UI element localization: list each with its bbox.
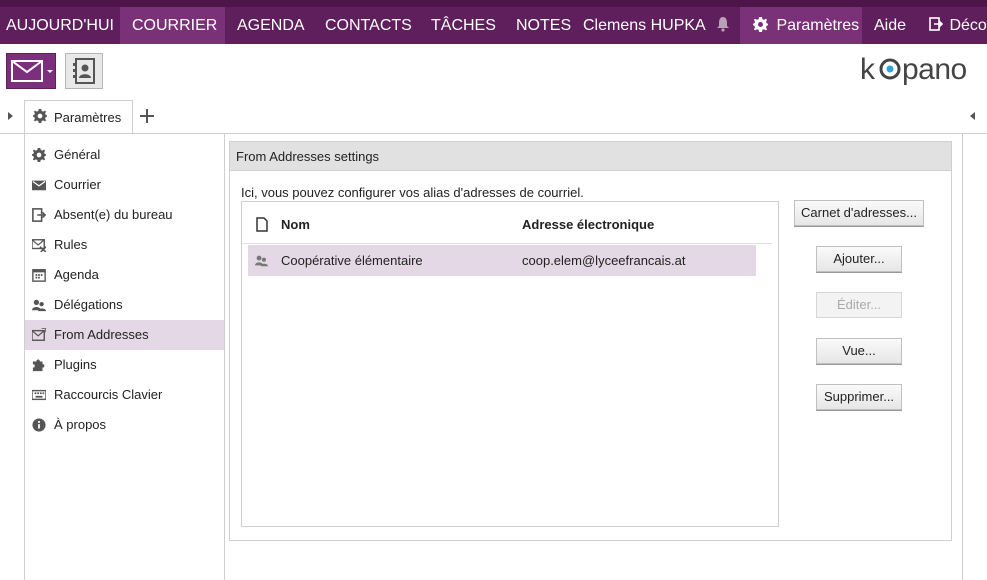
info-icon: [32, 418, 46, 432]
logout-icon: [929, 17, 943, 32]
column-header-email[interactable]: Adresse électronique: [522, 217, 654, 232]
nav-mail-label: COURRIER: [132, 17, 218, 34]
puzzle-icon: [32, 359, 45, 372]
edit-button[interactable]: Éditer...: [816, 292, 902, 318]
rules-icon: [32, 239, 46, 252]
logout-button[interactable]: Décon: [929, 7, 987, 44]
sidebar-item-label: Agenda: [54, 267, 99, 282]
group-icon: [255, 255, 268, 267]
gear-icon: [33, 109, 47, 123]
settings-sidebar: Général Courrier Absent(e) du bureau Rul…: [24, 134, 225, 580]
new-mail-button[interactable]: [6, 53, 56, 89]
nav-settings-label: Paramètres: [776, 17, 860, 34]
sidebar-item-out-of-office[interactable]: Absent(e) du bureau: [25, 200, 224, 230]
nav-tasks-label: TÂCHES: [431, 17, 496, 34]
nav-help-label: Aide: [874, 17, 907, 34]
notifications-button[interactable]: [716, 7, 732, 44]
nav-mail[interactable]: COURRIER: [120, 7, 225, 44]
nav-settings[interactable]: Paramètres: [740, 7, 862, 44]
logout-label: Décon: [949, 17, 987, 34]
sidebar-item-calendar[interactable]: Agenda: [25, 260, 224, 290]
sidebar-item-from-addresses[interactable]: From Addresses: [25, 320, 224, 350]
collapse-right-arrow-icon[interactable]: [970, 112, 975, 120]
main-toolbar: k pano: [0, 44, 987, 100]
tab-bar: Paramètres: [0, 100, 987, 134]
nav-help[interactable]: Aide: [874, 7, 906, 44]
contact-card-icon: [73, 58, 95, 84]
envelope-icon: [11, 60, 43, 82]
nav-today-label: AUJOURD'HUI: [6, 17, 114, 34]
kopano-logo: k pano: [860, 52, 975, 92]
sidebar-item-label: Courrier: [54, 177, 101, 192]
document-icon: [256, 217, 268, 232]
sidebar-item-label: From Addresses: [54, 327, 149, 342]
svg-text:k: k: [860, 53, 876, 86]
sidebar-item-keyboard-shortcuts[interactable]: Raccourcis Clavier: [25, 380, 224, 410]
section-header: From Addresses settings: [230, 142, 951, 171]
gear-icon: [32, 148, 46, 162]
sidebar-item-plugins[interactable]: Plugins: [25, 350, 224, 380]
sidebar-item-label: Général: [54, 147, 101, 162]
nav-tasks[interactable]: TÂCHES: [431, 7, 496, 44]
nav-calendar-label: AGENDA: [237, 17, 305, 34]
tab-settings[interactable]: Paramètres: [24, 100, 133, 134]
nav-notes-label: NOTES: [516, 17, 572, 34]
top-navigation-bar: AUJOURD'HUI COURRIER AGENDA CONTACTS TÂC…: [0, 0, 987, 44]
section-title: From Addresses settings: [236, 149, 380, 164]
delegates-icon: [32, 299, 46, 312]
collapse-left-arrow-icon[interactable]: [8, 112, 13, 120]
row-email: coop.elem@lyceefrancais.at: [522, 253, 686, 268]
sidebar-item-label: Rules: [54, 237, 88, 252]
nav-calendar[interactable]: AGENDA: [237, 7, 305, 44]
sidebar-item-about[interactable]: À propos: [25, 410, 224, 440]
row-name: Coopérative élémentaire: [281, 253, 423, 268]
user-name[interactable]: Clemens HUPKA: [583, 7, 706, 44]
new-tab-plus-icon[interactable]: [140, 109, 154, 123]
section-description: Ici, vous pouvez configurer vos alias d'…: [241, 185, 584, 200]
out-of-office-icon: [32, 208, 46, 222]
kopano-logo-mark: k pano: [860, 53, 967, 86]
tab-settings-label: Paramètres: [54, 110, 122, 125]
chevron-down-icon[interactable]: [47, 70, 53, 73]
address-book-button[interactable]: Carnet d'adresses...: [794, 200, 924, 226]
sidebar-item-mail[interactable]: Courrier: [25, 170, 224, 200]
sidebar-item-label: Absent(e) du bureau: [54, 207, 173, 222]
view-button[interactable]: Vue...: [816, 338, 902, 364]
table-row[interactable]: Coopérative élémentaire coop.elem@lyceef…: [248, 245, 756, 276]
user-name-label: Clemens HUPKA: [583, 17, 706, 34]
sidebar-item-delegates[interactable]: Délégations: [25, 290, 224, 320]
bell-icon: [717, 17, 729, 32]
from-address-icon: [32, 328, 46, 341]
nav-notes[interactable]: NOTES: [516, 7, 571, 44]
calendar-icon: [32, 269, 46, 282]
sidebar-item-label: À propos: [54, 417, 107, 432]
sidebar-item-general[interactable]: Général: [25, 140, 224, 170]
top-strip: [0, 0, 987, 7]
envelope-icon: [32, 180, 46, 191]
nav-contacts-label: CONTACTS: [325, 17, 412, 34]
sidebar-item-label: Délégations: [54, 297, 123, 312]
column-header-name[interactable]: Nom: [281, 217, 310, 232]
right-panel-divider: [962, 134, 963, 580]
grid-header: Nom Adresse électronique: [242, 202, 772, 244]
sidebar-item-label: Raccourcis Clavier: [54, 387, 163, 402]
svg-text:pano: pano: [902, 53, 967, 86]
keyboard-icon: [32, 389, 46, 401]
sidebar-item-rules[interactable]: Rules: [25, 230, 224, 260]
nav-contacts[interactable]: CONTACTS: [325, 7, 412, 44]
from-addresses-grid: Nom Adresse électronique Coopérative élé…: [241, 201, 779, 527]
nav-today[interactable]: AUJOURD'HUI: [0, 7, 119, 44]
gear-icon: [753, 16, 768, 32]
delete-button[interactable]: Supprimer...: [816, 384, 902, 410]
sidebar-item-label: Plugins: [54, 357, 97, 372]
address-book-toolbar-button[interactable]: [65, 53, 103, 89]
add-button[interactable]: Ajouter...: [816, 246, 902, 272]
